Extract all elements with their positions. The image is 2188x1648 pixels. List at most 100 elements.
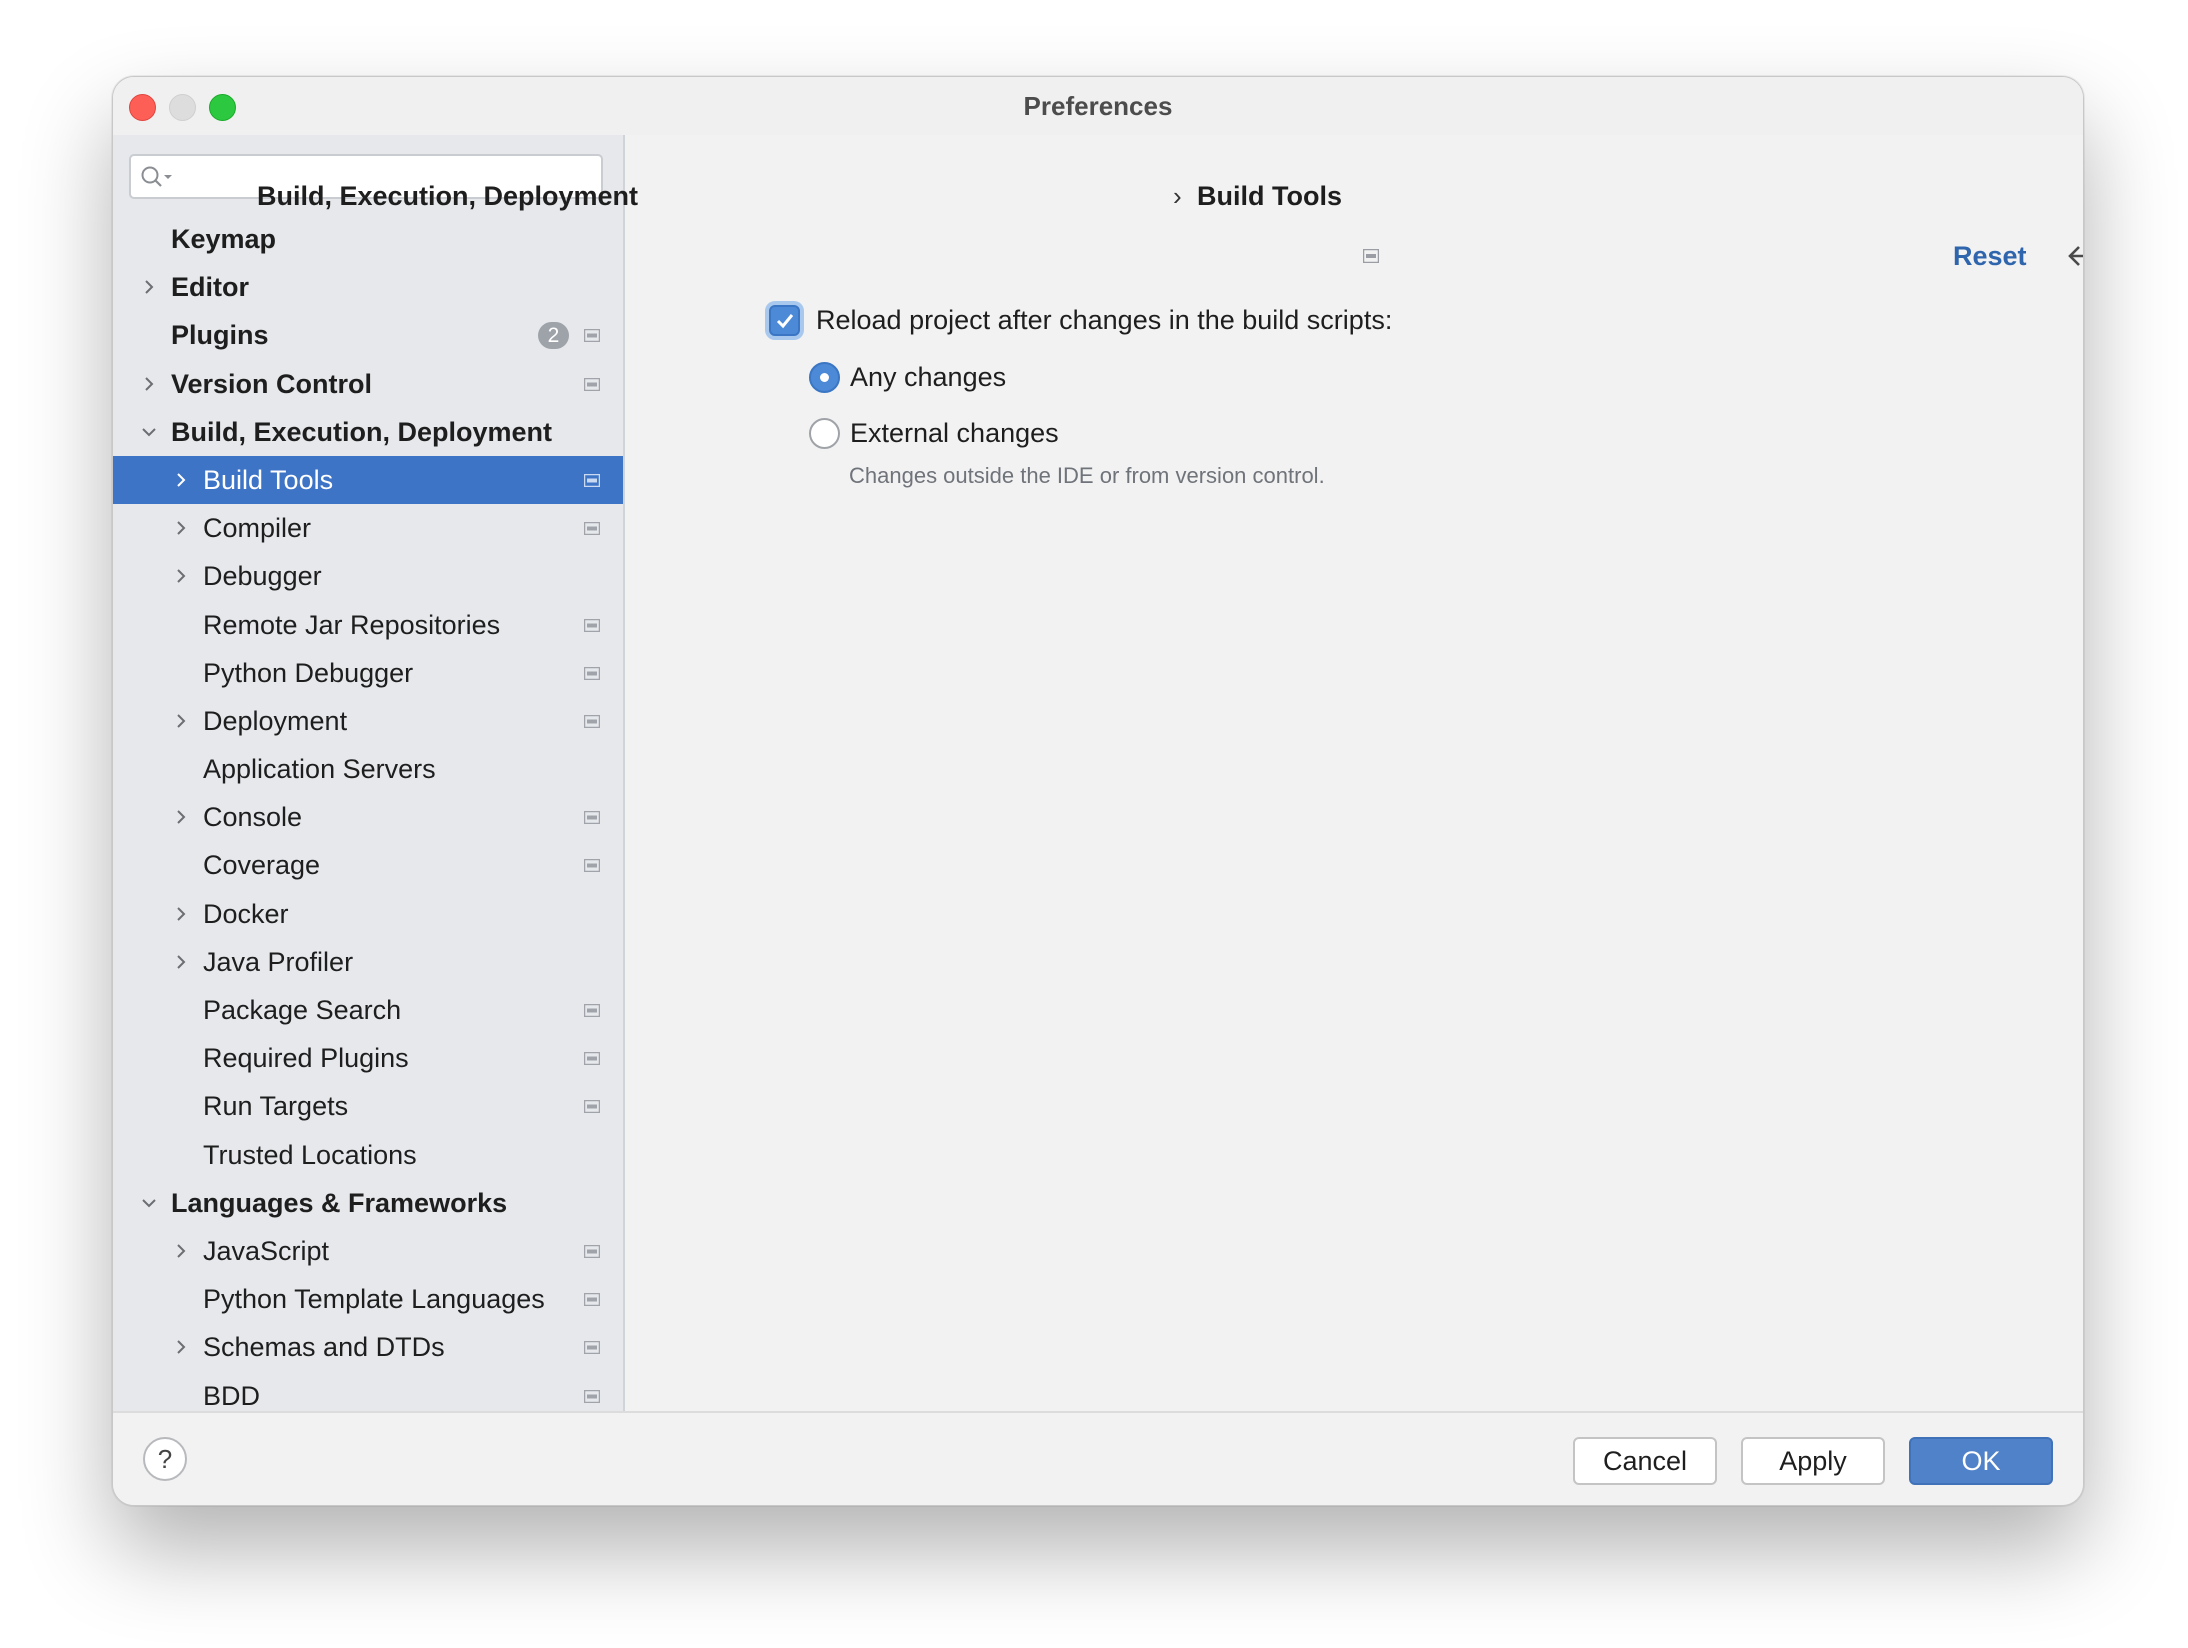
cancel-button[interactable]: Cancel [1573, 1437, 1717, 1485]
chevron-right-icon[interactable] [172, 712, 190, 730]
sidebar-item-python-debugger[interactable]: Python Debugger [113, 649, 623, 697]
sidebar-item-console[interactable]: Console [113, 793, 623, 841]
sidebar-item-label: Schemas and DTDs [203, 1332, 445, 1363]
chevron-right-icon[interactable] [172, 471, 190, 489]
sidebar-item-keymap[interactable]: Keymap [113, 215, 623, 263]
sidebar-item-version-control[interactable]: Version Control [113, 360, 623, 408]
dialog-footer: ? Cancel Apply OK [113, 1411, 2083, 1505]
sidebar-item-javascript[interactable]: JavaScript [113, 1227, 623, 1275]
external-changes-radio[interactable] [809, 418, 840, 449]
project-level-icon [584, 618, 600, 632]
sidebar-item-label: Deployment [203, 705, 348, 736]
any-changes-option: Any changes [809, 362, 1006, 393]
sidebar-item-remote-jar-repositories[interactable]: Remote Jar Repositories [113, 601, 623, 649]
update-count-badge: 2 [538, 322, 569, 350]
sidebar-item-package-search[interactable]: Package Search [113, 986, 623, 1034]
chevron-right-icon[interactable] [172, 953, 190, 971]
ok-button[interactable]: OK [1909, 1437, 2053, 1485]
chevron-right-icon[interactable] [172, 905, 190, 923]
reload-project-label: Reload project after changes in the buil… [816, 305, 1393, 335]
sidebar-item-coverage[interactable]: Coverage [113, 841, 623, 889]
project-level-icon [584, 859, 600, 873]
project-level-icon [584, 1293, 600, 1307]
sidebar-item-plugins[interactable]: Plugins 2 [113, 311, 623, 359]
preferences-window: Preferences Keymap Editor Plugins 2 Version … [112, 76, 2084, 1506]
sidebar-item-compiler[interactable]: Compiler [113, 504, 623, 552]
chevron-right-icon[interactable] [140, 278, 158, 296]
project-level-icon [584, 1389, 600, 1403]
sidebar-item-application-servers[interactable]: Application Servers [113, 745, 623, 793]
help-button[interactable]: ? [143, 1437, 187, 1481]
sidebar-item-label: Trusted Locations [203, 1139, 417, 1170]
reload-project-option: Reload project after changes in the buil… [769, 305, 1392, 336]
project-level-icon [584, 377, 600, 391]
reload-project-checkbox[interactable] [769, 305, 800, 336]
chevron-down-icon[interactable] [140, 423, 158, 441]
project-level-icon [584, 714, 600, 728]
sidebar-item-label: Python Debugger [203, 657, 414, 688]
sidebar-item-label: Java Profiler [203, 946, 354, 977]
sidebar-item-label: Languages & Frameworks [171, 1187, 508, 1218]
sidebar-item-label: Plugins [171, 320, 269, 351]
sidebar-item-required-plugins[interactable]: Required Plugins [113, 1034, 623, 1082]
breadcrumb-current: Build Tools [1197, 181, 1342, 211]
chevron-right-icon[interactable] [172, 1242, 190, 1260]
chevron-right-icon[interactable] [172, 808, 190, 826]
sidebar-item-label: Version Control [171, 368, 373, 399]
sidebar-item-label: BDD [203, 1380, 261, 1411]
external-changes-label: External changes [850, 418, 1059, 448]
sidebar-item-label: Keymap [171, 224, 277, 254]
project-level-icon [584, 1004, 600, 1017]
checkmark-icon [776, 313, 793, 328]
sidebar-item-label: Required Plugins [203, 1043, 409, 1074]
reset-link[interactable]: Reset [1953, 241, 2027, 272]
project-level-icon [584, 1052, 600, 1066]
external-changes-hint: Changes outside the IDE or from version … [849, 463, 1325, 488]
project-level-icon [584, 473, 600, 487]
sidebar-item-java-profiler[interactable]: Java Profiler [113, 938, 623, 986]
project-level-icon [584, 1244, 600, 1258]
window-title: Preferences [1023, 91, 1173, 121]
sidebar-item-label: Coverage [203, 850, 321, 881]
sidebar-item-label: Compiler [203, 513, 312, 544]
sidebar-item-languages-frameworks[interactable]: Languages & Frameworks [113, 1179, 623, 1227]
sidebar-item-debugger[interactable]: Debugger [113, 552, 623, 600]
title-bar: Preferences [113, 77, 2083, 135]
sidebar-item-build-tools[interactable]: Build Tools [113, 455, 623, 505]
sidebar-item-label: Application Servers [203, 754, 436, 785]
chevron-right-icon[interactable] [172, 1338, 190, 1356]
sidebar-item-label: Editor [171, 272, 249, 303]
back-arrow-icon[interactable] [2066, 241, 2084, 271]
breadcrumb-separator: › [1173, 181, 1182, 211]
sidebar-item-trusted-locations[interactable]: Trusted Locations [113, 1131, 623, 1179]
sidebar-item-label: Package Search [203, 995, 402, 1025]
chevron-right-icon[interactable] [172, 567, 190, 585]
project-level-icon [584, 1100, 600, 1114]
sidebar-item-label: Docker [203, 898, 289, 929]
sidebar-item-label: JavaScript [203, 1235, 330, 1266]
project-level-icon [584, 329, 600, 343]
sidebar-item-label: Build Tools [203, 464, 334, 495]
sidebar-item-bdd[interactable]: BDD [113, 1372, 623, 1412]
chevron-right-icon[interactable] [140, 375, 158, 393]
sidebar-item-deployment[interactable]: Deployment [113, 697, 623, 745]
sidebar-item-python-template-languages[interactable]: Python Template Languages [113, 1275, 623, 1323]
settings-sidebar: Keymap Editor Plugins 2 Version Control Build… [113, 135, 625, 1411]
sidebar-item-schemas-and-dtds[interactable]: Schemas and DTDs [113, 1323, 623, 1371]
external-changes-option: External changes [809, 418, 1059, 449]
search-icon [141, 166, 172, 187]
chevron-right-icon[interactable] [172, 519, 190, 537]
apply-button[interactable]: Apply [1741, 1437, 1885, 1485]
sidebar-item-label: Console [203, 802, 303, 833]
chevron-down-icon[interactable] [140, 1194, 158, 1212]
sidebar-item-label: Debugger [203, 561, 322, 592]
breadcrumb-parent[interactable]: Build, Execution, Deployment [257, 181, 638, 212]
sidebar-item-label: Build, Execution, Deployment [171, 416, 553, 447]
sidebar-item-run-targets[interactable]: Run Targets [113, 1082, 623, 1130]
any-changes-radio[interactable] [809, 362, 840, 393]
sidebar-item-docker[interactable]: Docker [113, 890, 623, 938]
sidebar-item-editor[interactable]: Editor [113, 263, 623, 311]
sidebar-item-build-execution-deployment[interactable]: Build, Execution, Deployment [113, 408, 623, 456]
settings-tree: Keymap Editor Plugins 2 Version Control Build… [113, 215, 623, 1411]
project-level-icon [584, 522, 600, 536]
